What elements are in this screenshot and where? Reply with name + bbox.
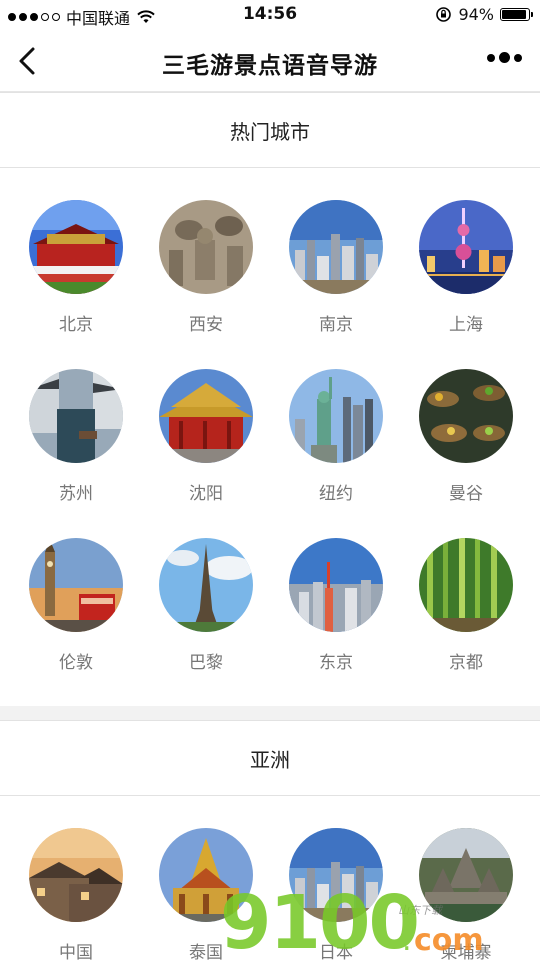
city-label: 西安 — [189, 315, 223, 335]
section-title: 热门城市 — [230, 119, 310, 144]
city-label: 泰国 — [189, 943, 223, 960]
city-grid-hot: 北京 西安 南京 上海苏州 沈阳 纽约 曼谷伦敦 巴黎 东京 京都 — [0, 168, 540, 706]
status-right: 94% — [435, 5, 533, 24]
more-dots-icon — [487, 53, 495, 62]
city-skyline-icon — [289, 828, 383, 922]
angkor-temple-icon — [419, 828, 513, 922]
section-title: 亚洲 — [250, 747, 290, 772]
city-item[interactable]: 京都 — [401, 538, 531, 688]
city-label: 伦敦 — [59, 653, 93, 673]
city-item[interactable]: 纽约 — [271, 369, 401, 519]
city-item[interactable]: 南京 — [271, 200, 401, 350]
city-grid-asia: 中国 泰国 日本 柬埔寨 — [0, 796, 540, 960]
city-item[interactable]: 中国 — [11, 828, 141, 960]
city-item[interactable]: 泰国 — [141, 828, 271, 960]
city-label: 京都 — [449, 653, 483, 673]
city-item[interactable]: 巴黎 — [141, 538, 271, 688]
city-item[interactable]: 北京 — [11, 200, 141, 350]
ancient-town-icon — [29, 828, 123, 922]
bamboo-forest-icon — [419, 538, 513, 632]
city-item[interactable]: 东京 — [271, 538, 401, 688]
city-item[interactable]: 日本 — [271, 828, 401, 960]
rotation-lock-icon — [436, 7, 452, 22]
city-label: 纽约 — [319, 484, 353, 504]
city-item[interactable]: 伦敦 — [11, 538, 141, 688]
water-town-canal-icon — [29, 369, 123, 463]
city-label: 沈阳 — [189, 484, 223, 504]
city-item[interactable]: 曼谷 — [401, 369, 531, 519]
section-divider — [0, 706, 540, 720]
tiananmen-icon — [29, 200, 123, 294]
city-label: 北京 — [59, 315, 93, 335]
statue-of-liberty-icon — [289, 369, 383, 463]
big-ben-icon — [29, 538, 123, 632]
city-label: 柬埔寨 — [440, 943, 492, 960]
city-label: 南京 — [319, 315, 353, 335]
status-bar: 中国联通 14:56 94% — [0, 0, 540, 30]
city-skyline-icon — [289, 200, 383, 294]
city-label: 苏州 — [59, 484, 93, 504]
thai-temple-icon — [159, 828, 253, 922]
city-label: 东京 — [319, 653, 353, 673]
eiffel-tower-icon — [159, 538, 253, 632]
city-label: 巴黎 — [189, 653, 223, 673]
section-header-asia: 亚洲 — [0, 720, 540, 796]
city-label: 中国 — [59, 943, 93, 960]
oriental-pearl-tower-icon — [419, 200, 513, 294]
section-header-hot-cities: 热门城市 — [0, 92, 540, 168]
city-label: 曼谷 — [449, 484, 483, 504]
city-label: 日本 — [319, 943, 353, 960]
nav-bar: 三毛游景点语音导游 — [0, 30, 540, 92]
city-item[interactable]: 西安 — [141, 200, 271, 350]
more-button[interactable] — [487, 52, 522, 63]
city-item[interactable]: 柬埔寨 — [401, 828, 531, 960]
battery-icon — [500, 8, 533, 21]
floating-market-icon — [419, 369, 513, 463]
city-item[interactable]: 苏州 — [11, 369, 141, 519]
battery-percent: 94% — [458, 5, 494, 24]
tokyo-skyline-icon — [289, 538, 383, 632]
city-item[interactable]: 上海 — [401, 200, 531, 350]
imperial-palace-icon — [159, 369, 253, 463]
page-title: 三毛游景点语音导游 — [162, 53, 378, 79]
city-item[interactable]: 沈阳 — [141, 369, 271, 519]
terracotta-warriors-icon — [159, 200, 253, 294]
city-label: 上海 — [449, 315, 483, 335]
